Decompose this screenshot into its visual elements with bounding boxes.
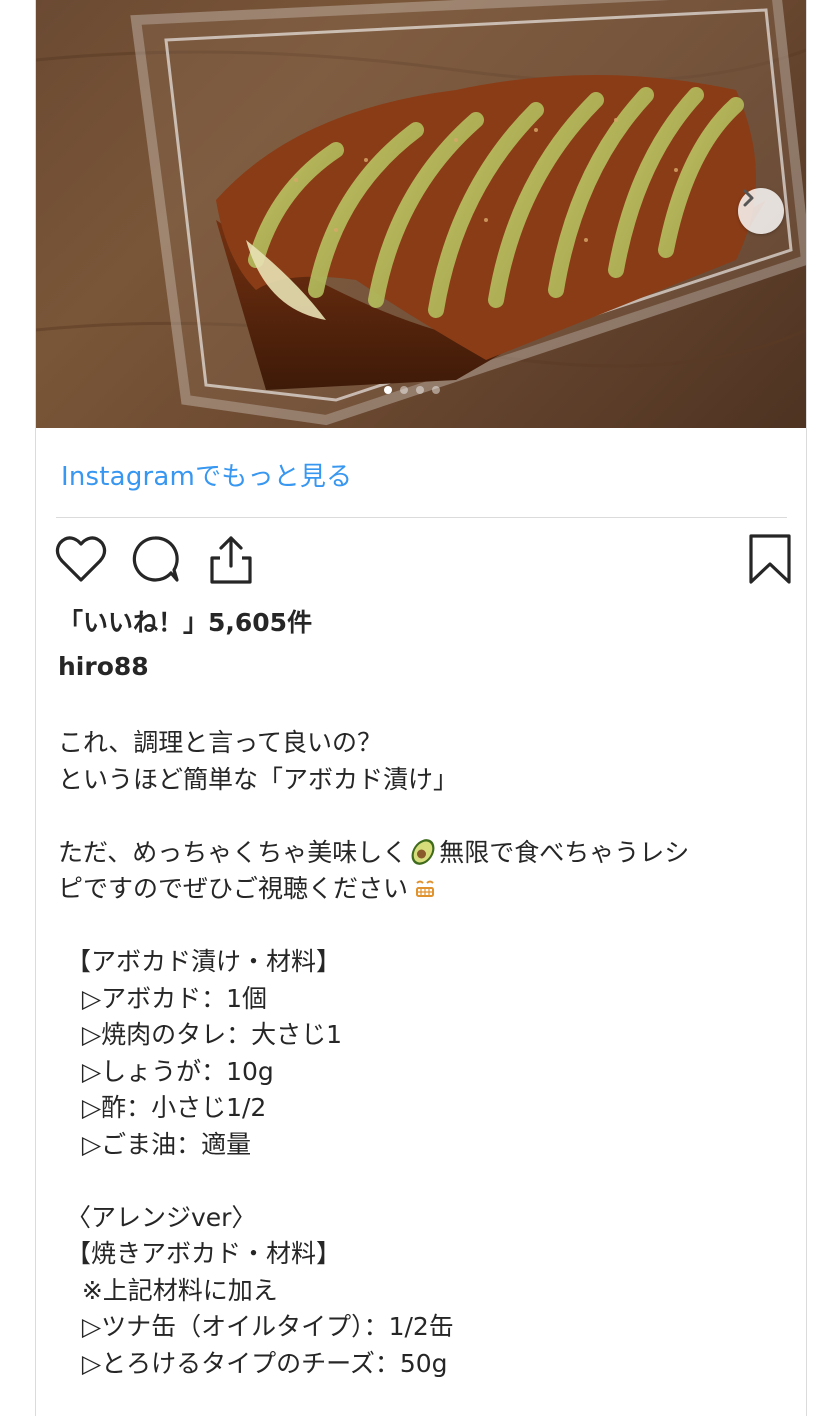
share-button[interactable]	[204, 532, 258, 588]
carousel-dot	[416, 386, 424, 394]
carousel-dot	[384, 386, 392, 394]
like-button[interactable]	[54, 532, 108, 588]
bookmark-icon	[749, 534, 791, 584]
carousel-next-button[interactable]	[738, 188, 784, 234]
caption-line: というほど簡単な「アボカド漬け」	[58, 764, 459, 794]
caption-line: ピですのでぜひご視聴ください	[58, 871, 793, 908]
caption-line: ▷焼肉のタレ：大さじ1	[58, 1020, 342, 1049]
caption-line: ▷ごま油：適量	[58, 1129, 252, 1159]
username[interactable]: hiro88	[58, 652, 149, 681]
grin-emoji	[416, 880, 435, 897]
caption-line: これ、調理と言って良いの？	[58, 728, 383, 757]
caption-line: ▷とろけるタイプのチーズ：50g	[58, 1348, 448, 1378]
post-photo[interactable]	[36, 0, 806, 428]
carousel-indicator	[384, 386, 440, 394]
view-more-on-instagram-link[interactable]: Instagramでもっと見る	[61, 456, 352, 493]
instagram-embed-card: Instagramでもっと見る 「いいね！」5,605件 hiro88 これ、調…	[35, 0, 807, 1416]
avocado-photo	[36, 0, 806, 426]
comment-button[interactable]	[128, 532, 182, 588]
chevron-right-icon	[743, 189, 754, 207]
caption-line: ※上記材料に加え	[58, 1275, 278, 1305]
avocado-emoji	[411, 838, 435, 865]
caption-line: ▷ツナ缶（オイルタイプ）：1/2缶	[58, 1312, 454, 1341]
post-actions-bar	[54, 532, 791, 588]
save-button[interactable]	[743, 532, 797, 588]
caption-line: ▷酢：小さじ1/2	[58, 1093, 267, 1122]
divider	[56, 517, 787, 518]
caption-line: ▷しょうが：10g	[58, 1056, 274, 1086]
carousel-dot	[432, 386, 440, 394]
caption-line: 【焼きアボカド・材料】	[58, 1239, 341, 1268]
caption-line: 〈アレンジver〉	[58, 1202, 257, 1232]
like-count[interactable]: 「いいね！」5,605件	[58, 603, 312, 639]
comment-icon	[132, 536, 179, 582]
heart-icon	[55, 536, 107, 582]
caption-line: 【アボカド漬け・材料】	[58, 947, 341, 976]
caption-line: ただ、めっちゃくちゃ美味しく 無限で食べちゃうレシ	[58, 835, 793, 872]
post-caption: これ、調理と言って良いの？ というほど簡単な「アボカド漬け」 ただ、めっちゃくち…	[58, 725, 793, 1382]
share-icon	[210, 536, 252, 584]
carousel-dot	[400, 386, 408, 394]
caption-line: ▷アボカド：1個	[58, 983, 267, 1013]
